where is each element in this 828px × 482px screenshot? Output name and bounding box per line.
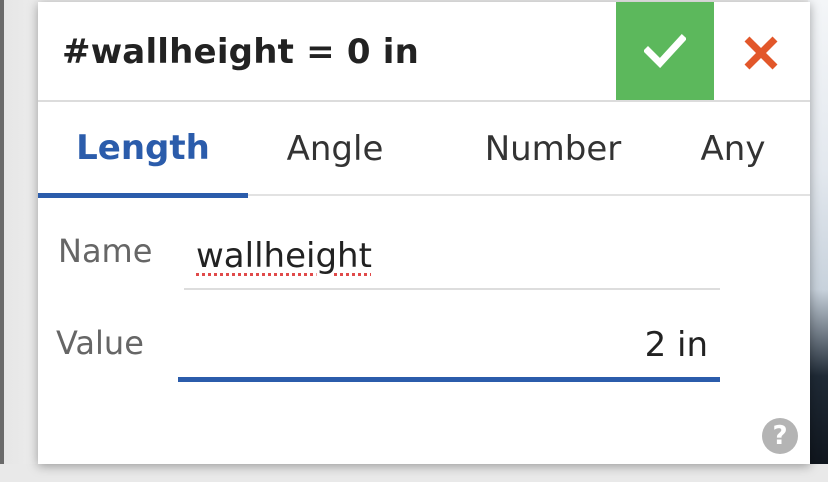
type-tabs: Length Angle Number Any [38,102,810,198]
value-label: Value [56,324,144,362]
viewport-right-edge [808,0,828,482]
value-field[interactable]: 2 in [178,312,720,382]
viewport-left-edge [0,0,38,482]
cancel-button[interactable] [728,20,794,86]
variable-dialog: #wallheight = 0 in Length Angle Number A… [38,2,810,464]
dialog-title: #wallheight = 0 in [62,32,419,72]
dialog-header: #wallheight = 0 in [38,2,810,102]
name-field[interactable]: wallheight [184,224,720,290]
name-label: Name [58,232,153,270]
tab-number[interactable]: Number [458,102,648,196]
viewport-bottom-edge [0,464,828,482]
tab-length[interactable]: Length [38,102,248,198]
tab-angle[interactable]: Angle [260,102,410,196]
help-icon[interactable]: ? [762,418,798,454]
value-field-value: 2 in [644,324,708,365]
name-field-value: wallheight [196,236,372,276]
check-icon [644,34,686,68]
tab-any[interactable]: Any [678,102,788,196]
accept-button[interactable] [616,2,714,100]
close-icon [744,36,778,70]
